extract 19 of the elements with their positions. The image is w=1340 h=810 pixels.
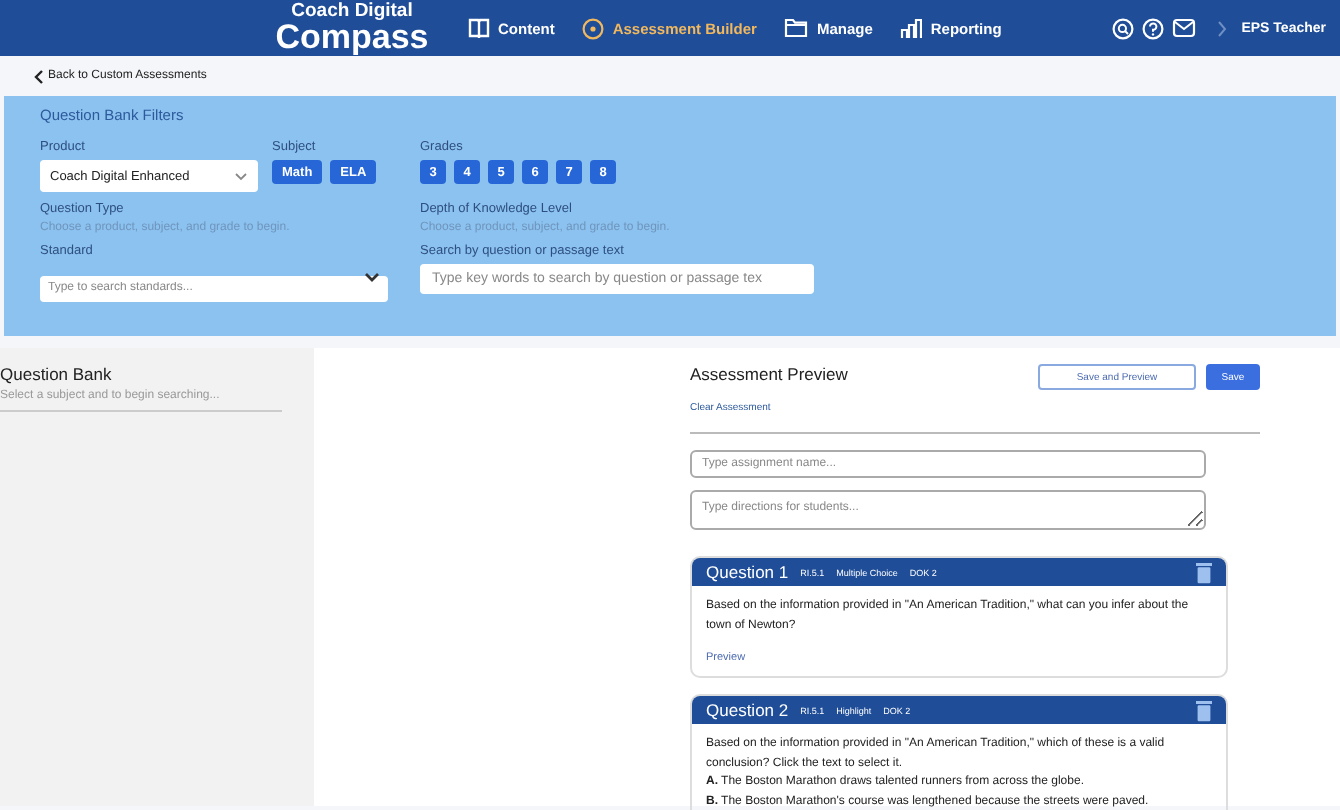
panel-title: Assessment Preview [690,364,848,384]
help-icon[interactable] [1141,17,1164,39]
question-title: Question 2 [706,700,789,721]
trash-icon[interactable] [1196,699,1212,722]
logo-title: Compass [275,19,429,54]
search-icon[interactable] [1111,17,1134,39]
mail-icon[interactable] [1171,18,1196,38]
panel-title: Question Bank [0,364,114,384]
question-title: Question 1 [706,562,789,582]
folder-icon [784,18,809,38]
chevron-left-icon [34,69,44,83]
chevron-right-icon[interactable] [1215,19,1228,37]
bar-chart-icon [900,17,923,39]
book-icon [468,18,490,38]
chevron-down-icon[interactable] [364,271,380,283]
chevron-down-icon [234,171,248,181]
logo-subtitle: Coach Digital [291,2,413,22]
plus-circle-icon [582,17,605,39]
trash-icon[interactable] [1196,561,1212,583]
